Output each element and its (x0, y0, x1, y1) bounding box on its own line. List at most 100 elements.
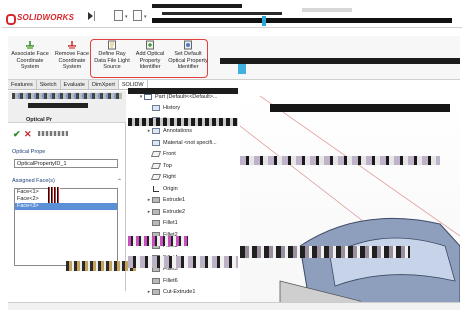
tree-item[interactable]: Material <not specifi... (146, 138, 217, 147)
render-artifact (28, 103, 88, 108)
tree-item-label: Annotations (163, 128, 193, 134)
tree-item-label: Front (163, 151, 176, 157)
set-default-optical-property-identifier-button[interactable]: Set Default Optical Property Identifier (168, 38, 208, 78)
extrude-icon (152, 208, 160, 215)
tree-item-label: Extrude2 (163, 208, 186, 215)
optical-property-group-header[interactable]: Optical Prope (12, 149, 124, 158)
property-manager-header: Optical Pr (8, 91, 126, 123)
render-artifact (128, 118, 238, 126)
render-artifact (128, 236, 188, 246)
render-artifact (262, 16, 266, 26)
tree-item-label: Fillet1 (163, 220, 178, 226)
render-artifact (238, 64, 246, 74)
tree-item-label: Part (Default<<Default>... (155, 93, 218, 100)
remove-face-icon (67, 40, 77, 50)
feature-manager-tree: ▾Part (Default<<Default>...HistorySensor… (128, 88, 238, 303)
associate-face-icon (25, 40, 35, 50)
origin-icon (152, 185, 160, 192)
assigned-faces-label: Assigned Face(s) (12, 178, 55, 184)
brand-name: SOLIDWORKS (17, 12, 75, 22)
cut-extrude-icon (152, 289, 160, 295)
tree-item[interactable]: Origin (146, 184, 178, 193)
render-artifact (302, 8, 352, 12)
optical-property-label: Optical Prope (12, 149, 46, 155)
render-artifact (128, 88, 238, 94)
tree-item-label: Extrude1 (163, 197, 186, 203)
tree-item-label: Origin (163, 185, 178, 192)
list-item[interactable]: Face<1> (15, 189, 117, 196)
ray-data-light-icon (107, 40, 117, 50)
collapse-caret-icon[interactable]: ⌃ (117, 178, 122, 185)
command-manager-tabs: Features Sketch Evaluate DimXpert SOLIDW (8, 80, 148, 90)
plane-icon (150, 174, 162, 180)
list-item[interactable]: Face<3> (15, 203, 117, 210)
tree-item-label: Cut-Extrude1 (163, 289, 196, 295)
tree-item[interactable]: Front (146, 150, 176, 159)
property-manager-title: Optical Pr (26, 117, 52, 123)
render-artifact (12, 93, 122, 99)
history-icon (152, 105, 160, 111)
extrude-icon (152, 197, 160, 203)
tree-item[interactable]: Top (146, 161, 172, 170)
title-bar: SOLIDWORKS ▾ ▾ (2, 2, 462, 28)
annotation-icon (152, 128, 160, 134)
ok-check-icon[interactable]: ✔ (13, 129, 21, 140)
render-artifact (152, 4, 242, 8)
plane-icon (150, 151, 162, 157)
new-dropdown-icon[interactable]: ▾ (125, 14, 128, 20)
render-artifact (48, 187, 60, 203)
render-artifact (240, 246, 410, 258)
tree-item[interactable]: ▸ Cut-Extrude1 (146, 288, 195, 297)
add-optical-property-icon (145, 40, 155, 50)
fillet-icon (152, 220, 160, 226)
tab-evaluate[interactable]: Evaluate (61, 80, 89, 89)
model-viewport[interactable] (240, 96, 460, 306)
graphics-area[interactable] (240, 96, 460, 306)
tree-item-label: Fillet6 (163, 277, 178, 284)
tree-item[interactable]: History (146, 104, 180, 113)
cancel-x-icon[interactable]: ✕ (24, 129, 32, 140)
reference-line (259, 96, 460, 237)
render-artifact (270, 104, 450, 112)
tree-item[interactable]: Fillet6 (146, 276, 178, 285)
render-artifact (38, 131, 68, 136)
render-artifact (152, 18, 452, 23)
fillet-icon (152, 277, 160, 284)
tree-item[interactable]: Right (146, 173, 176, 182)
tree-item[interactable]: Fillet1 (146, 219, 178, 228)
optical-property-name-field[interactable]: OpticalPropertyID_1 (14, 159, 118, 168)
tab-features[interactable]: Features (8, 80, 37, 89)
part-icon (144, 93, 152, 100)
tree-item-label: History (163, 105, 181, 111)
tree-item-label: Top (163, 162, 172, 169)
tree-item[interactable]: ▸ Annotations (146, 127, 192, 136)
tab-sketch[interactable]: Sketch (37, 80, 61, 89)
list-item[interactable]: Face<2> (15, 196, 117, 203)
new-document-icon[interactable] (114, 10, 123, 21)
tree-item[interactable]: ▸ Extrude1 (146, 196, 185, 205)
add-optical-property-identifier-button[interactable]: Add Optical Property Identifier (130, 38, 170, 78)
associate-face-coordinate-system-button[interactable]: Associate Face Coordinate System (10, 38, 50, 78)
assigned-faces-list[interactable]: Face<1> Face<2> Face<3> (14, 188, 118, 266)
set-default-optical-icon (183, 40, 193, 50)
menu-expand-arrow-icon[interactable] (87, 11, 95, 21)
tree-item-label: Right (163, 174, 176, 180)
define-ray-data-file-light-source-button[interactable]: Define Ray Data File Light Source (92, 38, 132, 78)
render-artifact (66, 261, 136, 271)
assigned-faces-group-header[interactable]: Assigned Face(s) ⌃ (12, 178, 124, 187)
tree-item-label: Material <not specifi... (163, 139, 217, 146)
render-artifact (162, 12, 282, 15)
open-dropdown-icon[interactable]: ▾ (144, 14, 147, 20)
remove-face-coordinate-system-button[interactable]: Remove Face Coordinate System (52, 38, 92, 78)
material-icon (152, 139, 160, 146)
open-document-icon[interactable] (133, 10, 142, 21)
solidworks-logo: SOLIDWORKS (6, 11, 75, 25)
status-bar (8, 302, 460, 310)
tree-item[interactable]: ▸ Extrude2 (146, 207, 185, 216)
plane-icon (150, 162, 162, 169)
property-manager-panel: Optical Pr ✔ ✕ Optical Prope OpticalProp… (8, 91, 136, 291)
ds-logo-icon (6, 13, 16, 25)
command-manager-ribbon: Associate Face Coordinate System Remove … (8, 36, 460, 80)
tab-dimxpert[interactable]: DimXpert (89, 80, 119, 89)
render-artifact (128, 256, 238, 268)
